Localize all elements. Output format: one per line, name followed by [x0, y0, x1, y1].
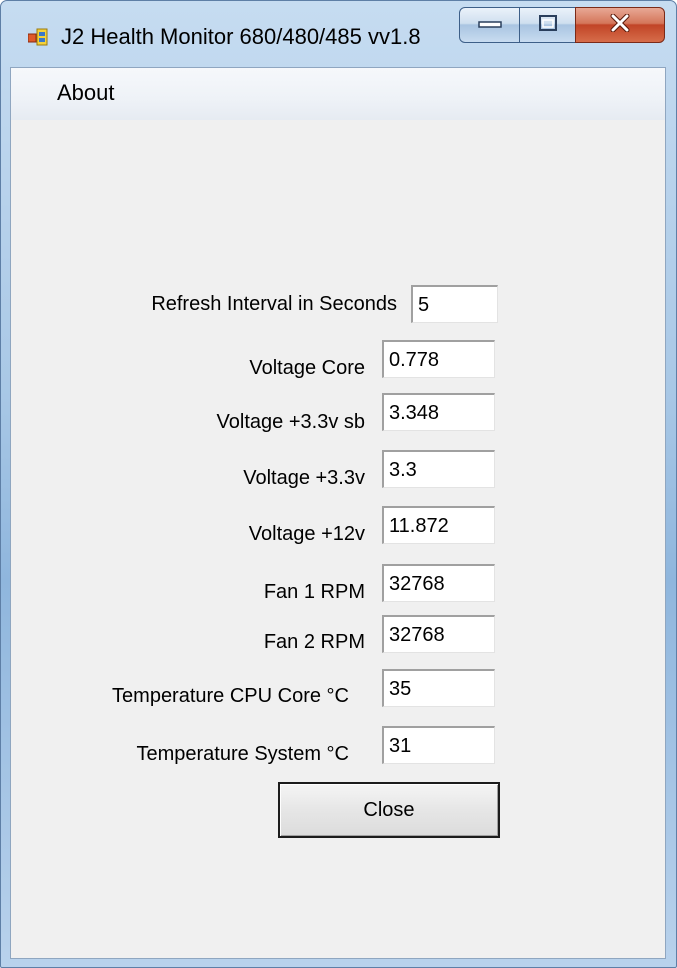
maximize-button[interactable]	[519, 7, 576, 43]
app-window: J2 Health Monitor 680/480/485 vv1.8 Abou…	[0, 0, 677, 968]
window-title: J2 Health Monitor 680/480/485 vv1.8	[61, 24, 421, 49]
menu-bar: About	[11, 68, 665, 120]
label-fan-2-rpm: Fan 2 RPM	[263, 631, 365, 653]
temperature-cpu-field[interactable]	[382, 669, 495, 707]
label-voltage-core: Voltage Core	[249, 357, 365, 379]
menu-item-about[interactable]: About	[57, 80, 115, 106]
label-voltage-33-sb: Voltage +3.3v sb	[216, 411, 365, 433]
minimize-button[interactable]	[459, 7, 520, 43]
close-window-button[interactable]	[575, 7, 665, 43]
voltage-core-field[interactable]	[382, 340, 495, 378]
label-voltage-33: Voltage +3.3v	[243, 467, 365, 489]
app-icon[interactable]	[27, 28, 48, 48]
label-voltage-12: Voltage +12v	[248, 523, 365, 545]
voltage-33-sb-field[interactable]	[382, 393, 495, 431]
label-refresh-interval: Refresh Interval in Seconds	[151, 293, 397, 315]
title-bar[interactable]: J2 Health Monitor 680/480/485 vv1.8	[1, 1, 676, 67]
voltage-33-field[interactable]	[382, 450, 495, 488]
close-button[interactable]: Close	[278, 782, 500, 838]
label-fan-1-rpm: Fan 1 RPM	[263, 581, 365, 603]
fan-2-rpm-field[interactable]	[382, 615, 495, 653]
label-temperature-cpu: Temperature CPU Core °C	[112, 685, 349, 707]
voltage-12-field[interactable]	[382, 506, 495, 544]
maximize-icon	[538, 14, 558, 37]
close-icon	[609, 13, 631, 37]
fan-1-rpm-field[interactable]	[382, 564, 495, 602]
temperature-system-field[interactable]	[382, 726, 495, 764]
label-temperature-system: Temperature System °C	[136, 743, 349, 765]
minimize-icon	[477, 16, 502, 34]
client-area: About Refresh Interval in Seconds Voltag…	[10, 67, 666, 959]
refresh-interval-input[interactable]	[411, 285, 498, 323]
